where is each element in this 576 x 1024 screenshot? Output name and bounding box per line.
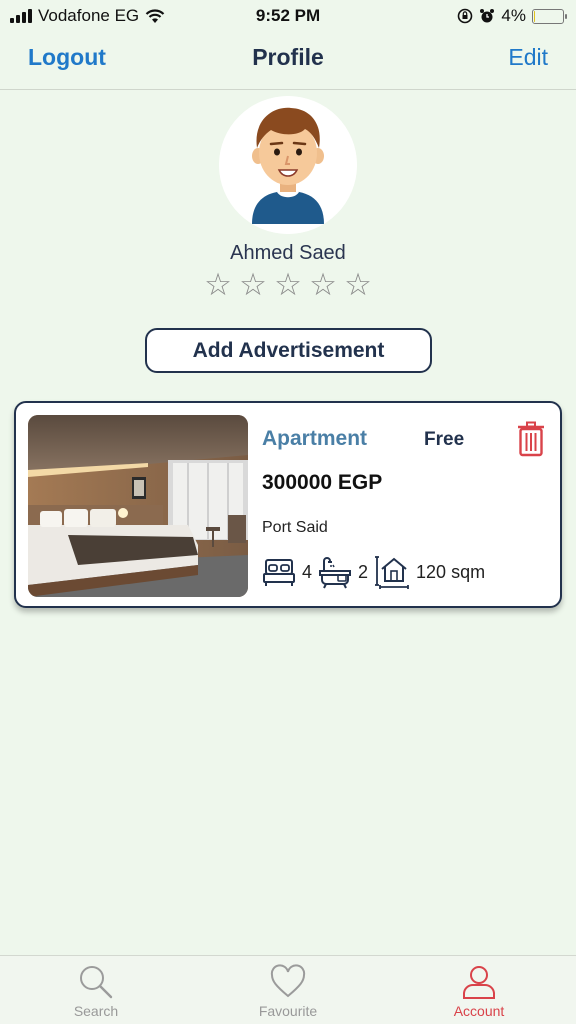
add-advertisement-button[interactable]: Add Advertisement <box>145 328 432 373</box>
user-name: Ahmed Saed <box>230 242 346 264</box>
status-left: Vodafone EG <box>10 6 165 26</box>
status-bar: Vodafone EG 9:52 PM 4% <box>0 0 576 32</box>
tab-search[interactable]: Search <box>36 964 156 1019</box>
status-time: 9:52 PM <box>255 6 321 25</box>
house-area-icon <box>375 556 409 589</box>
edit-button[interactable]: Edit <box>508 44 548 71</box>
heart-icon <box>270 964 306 998</box>
listing-type: Apartment <box>262 427 368 450</box>
bedrooms-count: 4 <box>302 561 313 582</box>
alarm-icon <box>480 9 495 23</box>
bathrooms-feature: 2 <box>318 555 368 589</box>
area-feature: 120 sqm <box>374 555 485 589</box>
star-icon[interactable]: ☆ <box>344 268 373 302</box>
bedrooms-feature: 4 <box>262 556 312 588</box>
tab-search-label: Search <box>73 1003 119 1019</box>
tab-favourite[interactable]: Favourite <box>228 964 348 1019</box>
logout-button[interactable]: Logout <box>28 44 106 71</box>
star-icon[interactable]: ☆ <box>309 268 338 302</box>
trash-icon[interactable] <box>516 421 546 457</box>
search-icon <box>80 966 113 999</box>
wifi-icon <box>145 8 165 23</box>
avatar <box>219 96 357 234</box>
avatar-illustration <box>219 96 357 234</box>
listing-price: 300000 EGP <box>262 471 383 494</box>
tab-account[interactable]: Account <box>419 964 539 1019</box>
bathtub-icon <box>319 557 352 589</box>
bed-icon <box>263 559 295 586</box>
tab-account-label: Account <box>453 1003 505 1019</box>
area-value: 120 sqm <box>416 561 486 582</box>
battery-percent: 4% <box>501 6 526 25</box>
orientation-lock-icon <box>458 8 473 24</box>
signal-icon <box>10 9 32 23</box>
battery-icon <box>532 8 567 24</box>
star-icon[interactable]: ☆ <box>274 268 303 302</box>
rating-stars[interactable]: ☆ ☆ ☆ ☆ ☆ <box>0 268 576 302</box>
bathrooms-count: 2 <box>358 561 369 582</box>
bedroom-photo <box>28 415 248 597</box>
tab-bar: Search Favourite Account <box>0 955 576 1024</box>
carrier-name: Vodafone EG <box>38 6 140 25</box>
listing-photo[interactable] <box>28 415 248 597</box>
listing-features: 4 2 120 sqm <box>262 555 491 589</box>
status-right: 4% <box>457 6 567 26</box>
listing-card[interactable]: Apartment Free 300000 EGP Port Said 4 2 … <box>14 401 562 608</box>
star-icon[interactable]: ☆ <box>204 268 233 302</box>
user-icon <box>463 966 495 999</box>
tab-favourite-label: Favourite <box>258 1003 318 1019</box>
listing-status: Free <box>424 429 465 450</box>
listing-location: Port Said <box>262 519 328 536</box>
battery-level <box>534 10 536 22</box>
page-title: Profile <box>252 44 324 70</box>
nav-bar: Logout Profile Edit <box>0 32 576 90</box>
star-icon[interactable]: ☆ <box>239 268 268 302</box>
